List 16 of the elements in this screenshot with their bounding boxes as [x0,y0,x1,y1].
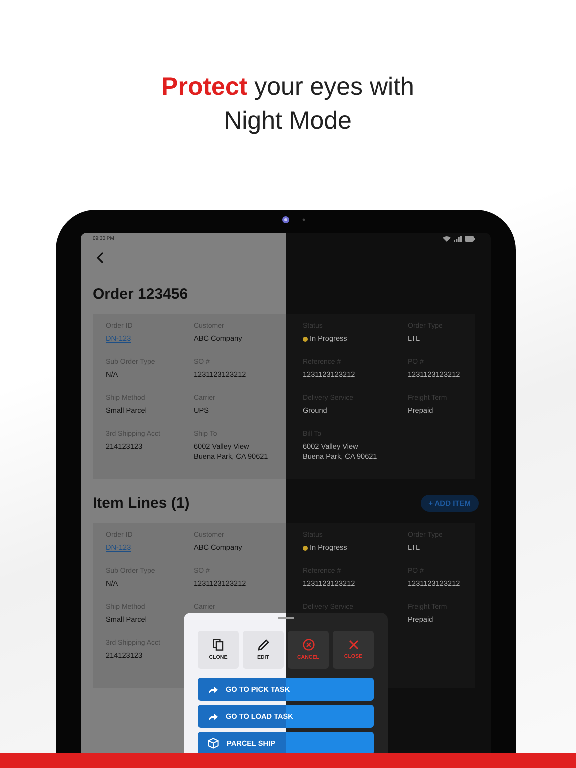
forward-arrow-icon [208,712,218,720]
headline: Protect your eyes with [162,72,414,103]
package-icon [208,738,219,749]
pencil-icon [258,639,270,651]
back-icon[interactable] [96,252,104,264]
forward-arrow-icon [208,686,218,694]
wifi-icon [443,236,451,242]
section-title: Item Lines (1) [93,494,190,512]
headline: Night Mode [224,106,352,137]
sheet-handle[interactable] [278,617,294,618]
page-title: Order 123456 [93,286,190,304]
cancel-icon [302,639,314,651]
copy-icon [213,639,224,651]
battery-icon [465,236,475,242]
signal-icon [454,236,462,242]
close-icon [348,640,358,650]
